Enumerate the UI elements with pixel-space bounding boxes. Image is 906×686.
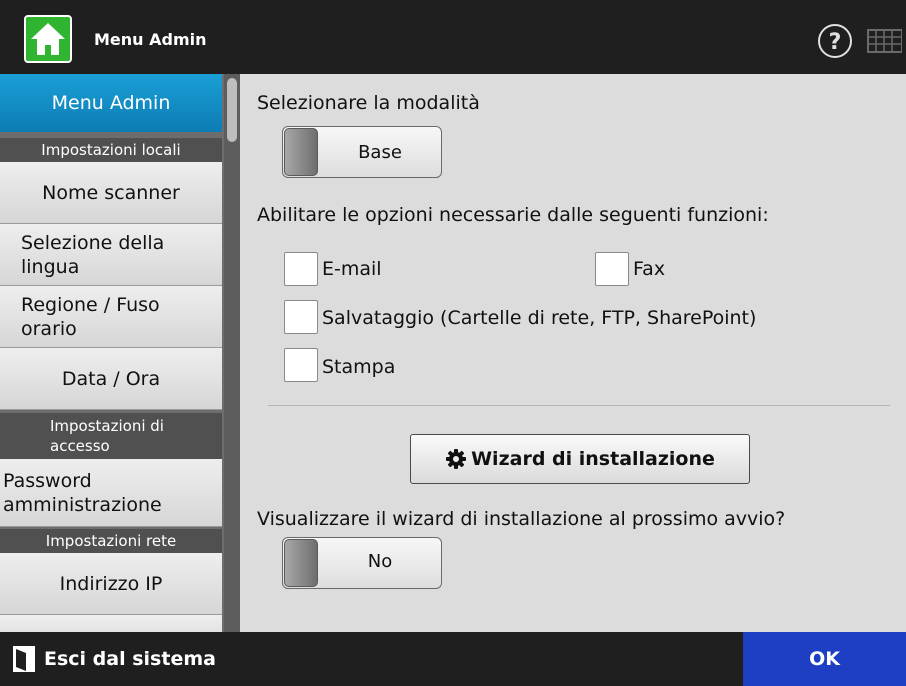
- wizard-toggle[interactable]: No: [282, 537, 442, 589]
- mode-label: Selezionare la modalità: [257, 92, 480, 114]
- wizard-prompt: Visualizzare il wizard di installazione …: [257, 508, 786, 530]
- email-label: E-mail: [322, 258, 382, 280]
- logout-label: Esci dal sistema: [44, 648, 216, 670]
- ok-button[interactable]: OK: [743, 632, 906, 686]
- sidebar-item-label: Regione / Fuso orario: [21, 293, 160, 340]
- setup-wizard-button[interactable]: Wizard di installazione: [410, 434, 750, 484]
- toggle-knob: [284, 128, 318, 176]
- sidebar-item-next[interactable]: [0, 615, 222, 632]
- sidebar-item-label: Password amministrazione: [3, 469, 162, 516]
- sidebar-scrollbar[interactable]: [224, 74, 240, 632]
- svg-text:?: ?: [829, 30, 842, 55]
- keyboard-icon: [867, 29, 903, 53]
- sidebar-item-scanner-name[interactable]: Nome scanner: [0, 162, 222, 224]
- footer-bar: Esci dal sistema OK: [0, 632, 906, 686]
- mode-value: Base: [358, 141, 402, 163]
- sidebar-section-local-settings: Impostazioni locali: [0, 138, 222, 162]
- mode-toggle[interactable]: Base: [282, 126, 442, 178]
- fax-checkbox[interactable]: [595, 252, 629, 286]
- options-label: Abilitare le opzioni necessarie dalle se…: [257, 204, 769, 226]
- toggle-knob: [284, 539, 318, 587]
- sidebar-item-language[interactable]: Selezione della lingua: [0, 224, 222, 286]
- sidebar-item-timezone[interactable]: Regione / Fuso orario: [0, 286, 222, 348]
- sidebar-item-label: Nome scanner: [42, 181, 180, 204]
- header-bar: Menu Admin ?: [0, 0, 906, 74]
- fax-label: Fax: [633, 258, 666, 280]
- main-panel: Selezionare la modalità Base Abilitare l…: [240, 74, 906, 632]
- sidebar-item-menu-admin[interactable]: Menu Admin: [0, 74, 222, 132]
- print-checkbox[interactable]: [284, 348, 318, 382]
- sidebar: Menu Admin Impostazioni locali Nome scan…: [0, 74, 240, 632]
- gear-icon: [446, 449, 467, 469]
- sidebar-section-access-settings: Impostazioni di accesso: [0, 413, 222, 459]
- email-checkbox[interactable]: [284, 252, 318, 286]
- sidebar-item-admin-password[interactable]: Password amministrazione: [0, 459, 222, 527]
- setup-wizard-label: Wizard di installazione: [471, 448, 715, 470]
- wizard-value: No: [367, 550, 393, 572]
- help-button[interactable]: ?: [818, 24, 852, 58]
- sidebar-item-label: Indirizzo IP: [59, 572, 163, 595]
- divider: [268, 405, 890, 406]
- help-icon: ?: [829, 30, 842, 55]
- save-checkbox[interactable]: [284, 300, 318, 334]
- print-label: Stampa: [322, 356, 396, 378]
- logout-icon: [13, 646, 35, 672]
- sidebar-section-network-settings: Impostazioni rete: [0, 529, 222, 553]
- save-label: Salvataggio (Cartelle di rete, FTP, Shar…: [322, 307, 757, 329]
- sidebar-scrollbar-thumb[interactable]: [227, 78, 237, 142]
- sidebar-item-label: Data / Ora: [61, 367, 161, 390]
- home-icon: [31, 23, 65, 55]
- logout-button[interactable]: Esci dal sistema: [0, 632, 240, 686]
- home-button[interactable]: [24, 15, 72, 63]
- keyboard-button[interactable]: [866, 24, 903, 58]
- sidebar-item-label: Selezione della lingua: [21, 231, 165, 278]
- sidebar-item-ip-address[interactable]: Indirizzo IP: [0, 553, 222, 615]
- sidebar-item-date-time[interactable]: Data / Ora: [0, 348, 222, 410]
- header-title: Menu Admin: [94, 30, 207, 49]
